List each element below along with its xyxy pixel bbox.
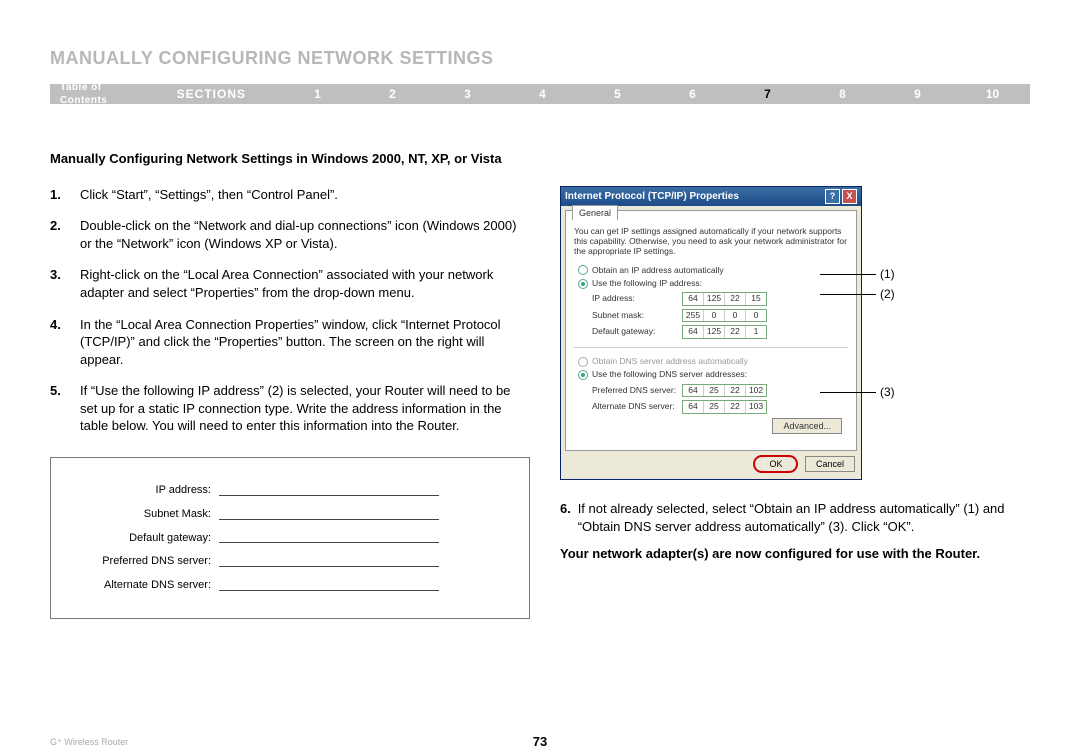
ok-button[interactable]: OK	[753, 455, 798, 473]
radio-obtain-dns	[578, 357, 588, 367]
radio-label: Use the following DNS server addresses:	[592, 369, 747, 380]
radio-use-ip[interactable]	[578, 279, 588, 289]
callout-3: (3)	[880, 384, 895, 400]
section-9[interactable]: 9	[880, 86, 955, 102]
radio-obtain-ip[interactable]	[578, 265, 588, 275]
ip-input[interactable]: 641252215	[682, 292, 767, 305]
tab-general[interactable]: General	[572, 205, 618, 220]
section-10[interactable]: 10	[955, 86, 1030, 102]
step-num: 3.	[50, 266, 80, 301]
field-label: Subnet mask:	[592, 310, 682, 321]
step-text: Click “Start”, “Settings”, then “Control…	[80, 186, 530, 204]
table-label: Subnet Mask:	[91, 507, 211, 522]
section-5[interactable]: 5	[580, 86, 655, 102]
page-title: MANUALLY CONFIGURING NETWORK SETTINGS	[50, 46, 1030, 70]
page-footer: G⁺ Wireless Router 73	[50, 736, 1030, 748]
section-3[interactable]: 3	[430, 86, 505, 102]
gateway-input[interactable]: 64125221	[682, 325, 767, 338]
dialog-title: Internet Protocol (TCP/IP) Properties	[565, 190, 739, 204]
toc-link[interactable]: Table of Contents	[60, 81, 149, 108]
table-blank	[219, 485, 439, 496]
field-label: Preferred DNS server:	[592, 385, 682, 396]
table-blank	[219, 580, 439, 591]
section-6[interactable]: 6	[655, 86, 730, 102]
table-label: IP address:	[91, 483, 211, 498]
cancel-button[interactable]: Cancel	[805, 456, 855, 472]
step-num: 6.	[560, 500, 578, 535]
final-note: Your network adapter(s) are now configur…	[560, 545, 1030, 563]
section-2[interactable]: 2	[355, 86, 430, 102]
table-blank	[219, 556, 439, 567]
callout-2: (2)	[880, 286, 895, 302]
table-blank	[219, 509, 439, 520]
steps-list: 1. Click “Start”, “Settings”, then “Cont…	[50, 186, 530, 435]
help-icon[interactable]: ?	[825, 189, 840, 204]
section-1[interactable]: 1	[280, 86, 355, 102]
product-label: G⁺ Wireless Router	[50, 736, 128, 748]
section-8[interactable]: 8	[805, 86, 880, 102]
step-num: 1.	[50, 186, 80, 204]
step-num: 2.	[50, 217, 80, 252]
callout-1: (1)	[880, 266, 895, 282]
table-label: Default gateway:	[91, 531, 211, 546]
field-label: IP address:	[592, 293, 682, 304]
info-table: IP address: Subnet Mask: Default gateway…	[50, 457, 530, 619]
close-icon[interactable]: X	[842, 189, 857, 204]
page-number: 73	[533, 733, 547, 751]
radio-label: Obtain an IP address automatically	[592, 265, 724, 276]
step-text: Double-click on the “Network and dial-up…	[80, 217, 530, 252]
advanced-button[interactable]: Advanced...	[772, 418, 842, 434]
step-text: If not already selected, select “Obtain …	[578, 500, 1030, 535]
field-label: Alternate DNS server:	[592, 401, 682, 412]
subnet-input[interactable]: 255000	[682, 309, 767, 322]
table-label: Preferred DNS server:	[91, 554, 211, 569]
section-navbar: Table of Contents SECTIONS 1 2 3 4 5 6 7…	[50, 84, 1030, 104]
radio-label: Use the following IP address:	[592, 278, 702, 289]
dialog-description: You can get IP settings assigned automat…	[574, 226, 848, 257]
sections-label: SECTIONS	[177, 86, 246, 102]
alt-dns-input[interactable]: 642522103	[682, 400, 767, 413]
table-blank	[219, 532, 439, 543]
section-4[interactable]: 4	[505, 86, 580, 102]
step-text: In the “Local Area Connection Properties…	[80, 316, 530, 369]
radio-use-dns[interactable]	[578, 370, 588, 380]
pref-dns-input[interactable]: 642522102	[682, 384, 767, 397]
table-label: Alternate DNS server:	[91, 578, 211, 593]
step-text: Right-click on the “Local Area Connectio…	[80, 266, 530, 301]
radio-label: Obtain DNS server address automatically	[592, 356, 748, 367]
tcpip-properties-dialog: Internet Protocol (TCP/IP) Properties ? …	[560, 186, 862, 480]
step-num: 4.	[50, 316, 80, 369]
field-label: Default gateway:	[592, 326, 682, 337]
step-text: If “Use the following IP address” (2) is…	[80, 382, 530, 435]
step-6: 6. If not already selected, select “Obta…	[560, 500, 1030, 535]
section-7[interactable]: 7	[730, 86, 805, 102]
subheading: Manually Configuring Network Settings in…	[50, 150, 1030, 168]
step-num: 5.	[50, 382, 80, 435]
